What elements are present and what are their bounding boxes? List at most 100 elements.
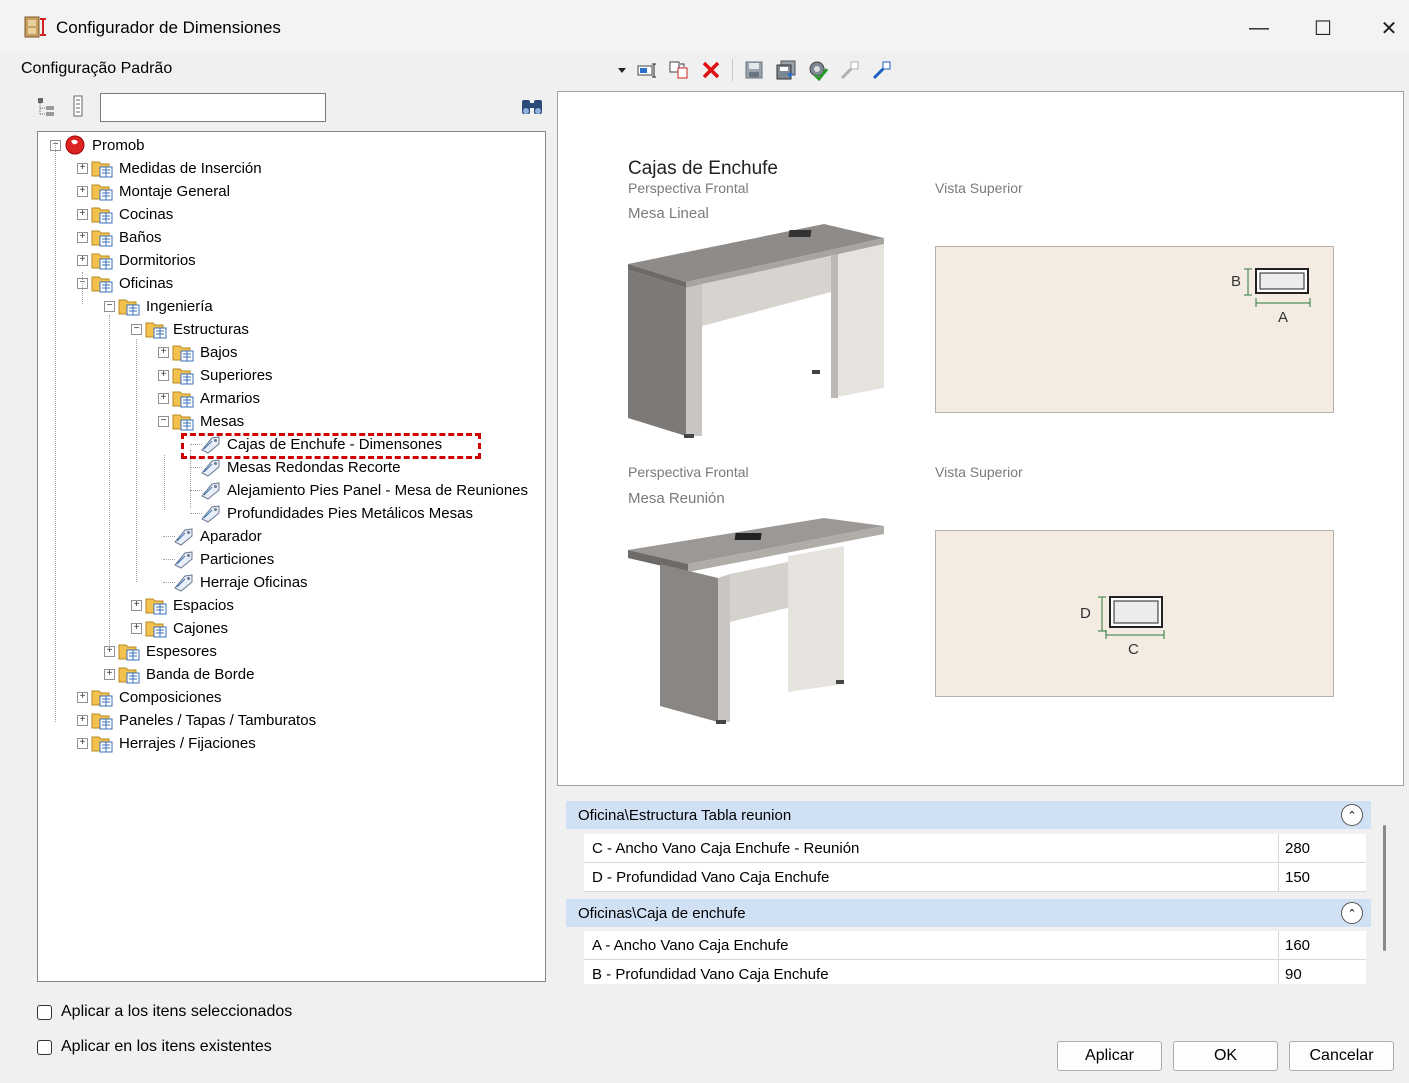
tree-node[interactable]: Baños — [91, 226, 162, 248]
binoculars-search-icon[interactable] — [519, 96, 545, 118]
folder-icon — [91, 687, 119, 707]
tree-node[interactable]: Banda de Borde — [118, 663, 254, 685]
expand-node-icon[interactable]: + — [158, 370, 169, 381]
tree-node[interactable]: Mesas — [172, 410, 244, 432]
tree-node[interactable]: Alejamiento Pies Panel - Mesa de Reunion… — [199, 479, 528, 501]
expand-node-icon[interactable]: + — [131, 623, 142, 634]
expand-node-icon[interactable]: + — [77, 715, 88, 726]
dropdown-arrow-icon[interactable] — [615, 57, 629, 83]
save-all-icon[interactable] — [772, 57, 800, 83]
collapse-node-icon[interactable]: − — [158, 416, 169, 427]
export-icon[interactable] — [868, 57, 896, 83]
minimize-button[interactable]: — — [1236, 10, 1282, 46]
collapse-group-icon[interactable]: ⌃ — [1341, 902, 1363, 924]
tree-node[interactable]: Estructuras — [145, 318, 249, 340]
settings-check-icon[interactable] — [804, 57, 832, 83]
property-row[interactable]: C - Ancho Vano Caja Enchufe - Reunión 28… — [584, 834, 1366, 863]
expand-node-icon[interactable]: + — [158, 393, 169, 404]
top-view-label-1: Vista Superior — [935, 180, 1023, 196]
perspective-label-1: Perspectiva Frontal — [628, 180, 749, 196]
tree-node[interactable]: Espesores — [118, 640, 217, 662]
property-value[interactable]: 160 — [1278, 931, 1366, 959]
folder-icon — [91, 227, 119, 247]
apply-button[interactable]: Aplicar — [1057, 1041, 1162, 1071]
collapse-node-icon[interactable]: − — [131, 324, 142, 335]
copy-icon[interactable] — [665, 57, 693, 83]
property-label: A - Ancho Vano Caja Enchufe — [592, 936, 789, 954]
property-row[interactable]: D - Profundidad Vano Caja Enchufe 150 — [584, 863, 1366, 892]
property-group-header[interactable]: Oficina\Estructura Tabla reunion ⌃ — [566, 801, 1371, 829]
close-button[interactable]: ✕ — [1366, 10, 1409, 46]
save-icon[interactable] — [740, 57, 768, 83]
property-group-header[interactable]: Oficinas\Caja de enchufe ⌃ — [566, 899, 1371, 927]
tree-node-label: Herrajes / Fijaciones — [119, 734, 256, 752]
folder-icon — [91, 733, 119, 753]
tree-node[interactable]: Ingeniería — [118, 295, 213, 317]
collapse-all-icon[interactable] — [36, 96, 58, 118]
collapse-node-icon[interactable]: − — [104, 301, 115, 312]
expand-node-icon[interactable]: + — [158, 347, 169, 358]
tree-node[interactable]: Medidas de Inserción — [91, 157, 262, 179]
property-value[interactable]: 150 — [1278, 863, 1366, 891]
property-group-title: Oficina\Estructura Tabla reunion — [578, 806, 792, 824]
collapse-group-icon[interactable]: ⌃ — [1341, 804, 1363, 826]
tree-node[interactable]: Superiores — [172, 364, 273, 386]
expand-all-icon[interactable] — [70, 95, 90, 117]
tree-node[interactable]: Cocinas — [91, 203, 173, 225]
tree-node[interactable]: Particiones — [172, 548, 274, 570]
tree-node[interactable]: Oficinas — [91, 272, 173, 294]
tree-node[interactable]: Bajos — [172, 341, 238, 363]
tree-node[interactable]: Armarios — [172, 387, 260, 409]
promob-logo-icon — [64, 135, 92, 155]
tree-node[interactable]: Cajones — [145, 617, 228, 639]
tree-connector — [55, 142, 56, 722]
expand-node-icon[interactable]: + — [131, 600, 142, 611]
tree-node-label: Medidas de Inserción — [119, 159, 262, 177]
tree-node-label: Profundidades Pies Metálicos Mesas — [227, 504, 473, 522]
folder-icon — [91, 273, 119, 293]
top-view-lineal: B A — [935, 246, 1334, 413]
property-row[interactable]: A - Ancho Vano Caja Enchufe 160 — [584, 931, 1366, 960]
tree-node[interactable]: Herrajes / Fijaciones — [91, 732, 256, 754]
rename-icon[interactable] — [633, 57, 661, 83]
expand-node-icon[interactable]: + — [77, 186, 88, 197]
dimension-b-label: B — [1231, 273, 1242, 290]
tree-node[interactable]: Espacios — [145, 594, 234, 616]
apply-selected-checkbox[interactable] — [37, 1005, 52, 1020]
tree-node[interactable]: Profundidades Pies Metálicos Mesas — [199, 502, 473, 524]
tree-node-label: Ingeniería — [146, 297, 213, 315]
property-row[interactable]: B - Profundidad Vano Caja Enchufe 90 — [584, 960, 1366, 984]
expand-node-icon[interactable]: + — [77, 209, 88, 220]
expand-node-icon[interactable]: + — [77, 255, 88, 266]
tree-node[interactable]: Promob — [64, 134, 145, 156]
configuration-name: Configuração Padrão — [21, 60, 173, 77]
properties-scrollbar[interactable] — [1383, 825, 1386, 951]
configuration-tree[interactable]: − Promob + Medidas de Inserción + Montaje Gen… — [37, 131, 546, 982]
tree-node-label: Mesas — [200, 412, 245, 430]
import-icon[interactable] — [836, 57, 864, 83]
expand-node-icon[interactable]: + — [77, 692, 88, 703]
tree-node[interactable]: Paneles / Tapas / Tamburatos — [91, 709, 316, 731]
ok-button[interactable]: OK — [1173, 1041, 1278, 1071]
expand-node-icon[interactable]: + — [77, 738, 88, 749]
tree-node[interactable]: Dormitorios — [91, 249, 196, 271]
tree-node[interactable]: Mesas Redondas Recorte — [199, 456, 400, 478]
tree-node[interactable]: Herraje Oficinas — [172, 571, 308, 593]
property-value[interactable]: 280 — [1278, 834, 1366, 862]
property-value[interactable]: 90 — [1278, 960, 1366, 984]
search-input[interactable] — [100, 93, 326, 122]
folder-icon — [145, 595, 173, 615]
expand-node-icon[interactable]: + — [104, 669, 115, 680]
tree-node-label: Mesas Redondas Recorte — [227, 458, 401, 476]
delete-icon[interactable] — [697, 57, 725, 83]
tree-node[interactable]: Composiciones — [91, 686, 222, 708]
maximize-button[interactable]: ☐ — [1300, 10, 1346, 46]
tree-node[interactable]: Montaje General — [91, 180, 230, 202]
dimension-tag-icon — [172, 526, 200, 546]
apply-existing-checkbox[interactable] — [37, 1040, 52, 1055]
tree-node[interactable]: Aparador — [172, 525, 262, 547]
expand-node-icon[interactable]: + — [77, 163, 88, 174]
toolbar-separator — [732, 59, 733, 81]
cancel-button[interactable]: Cancelar — [1289, 1041, 1394, 1071]
expand-node-icon[interactable]: + — [77, 232, 88, 243]
